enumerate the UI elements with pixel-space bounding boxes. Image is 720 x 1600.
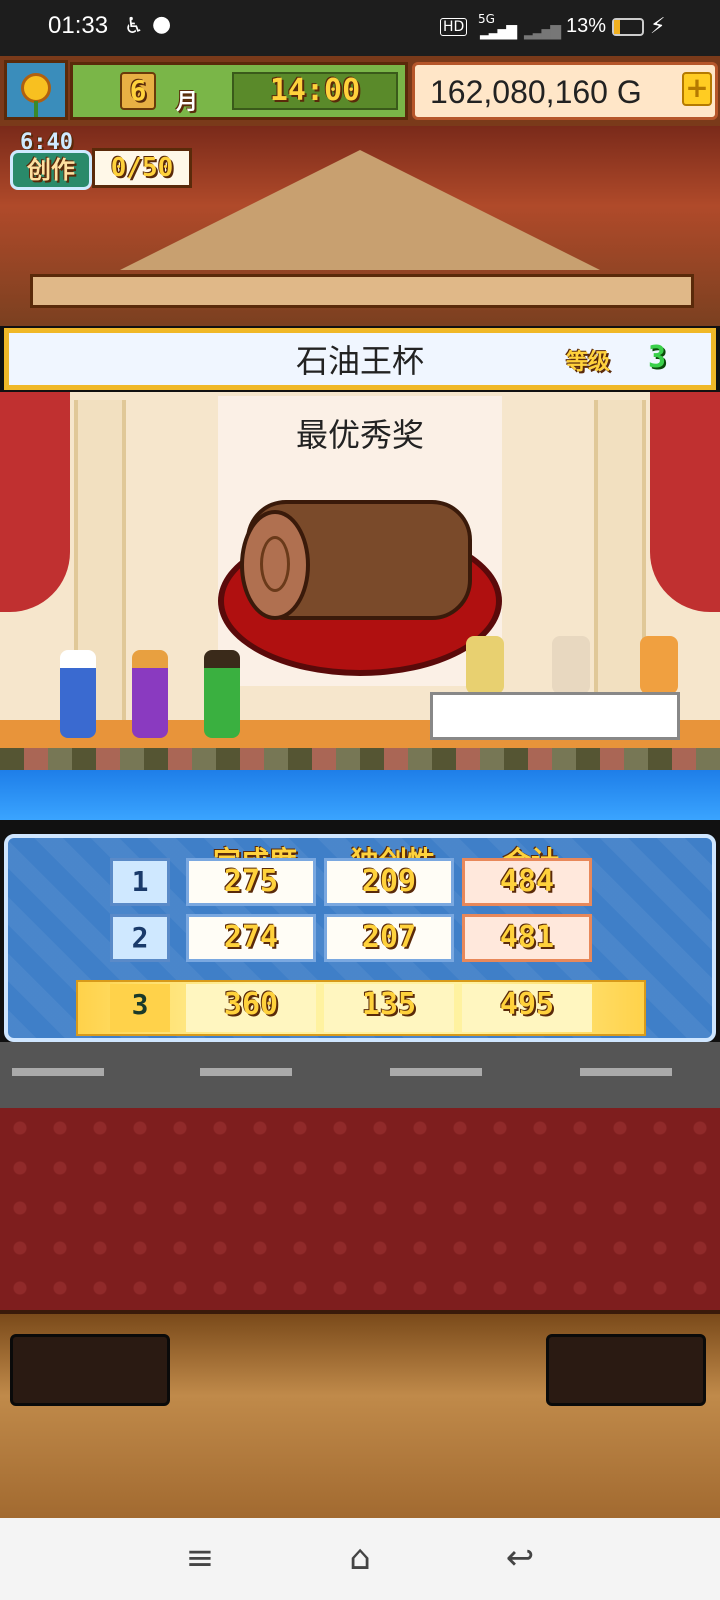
money-value: 162,080,160 G (430, 74, 642, 110)
add-money-button[interactable]: + (682, 72, 712, 106)
signal-weak-icon: ▂▃▅▇ (524, 24, 561, 40)
score-originality: 209 (324, 858, 454, 906)
score-total: 495 (462, 984, 592, 1032)
create-button[interactable]: 创作 (10, 150, 92, 190)
battery-percent: 13% (566, 15, 607, 37)
message-icon: ● (152, 12, 172, 37)
month-number: 6 (120, 72, 156, 110)
score-completion: 274 (186, 914, 316, 962)
judge-character (552, 636, 590, 694)
sky-band (0, 770, 720, 820)
battery-icon (612, 18, 644, 36)
chef-character[interactable] (132, 650, 168, 738)
chef-character[interactable] (204, 650, 240, 738)
score-originality: 207 (324, 914, 454, 962)
status-bar: 01:33 ♿ ● HD 5G ▂▃▅▇ ▂▃▅▇ 13% ⚡ (0, 0, 720, 56)
speaker-right (546, 1334, 706, 1406)
road-dash (580, 1068, 672, 1076)
pillar-right (594, 400, 646, 720)
month-label: 月 (176, 90, 199, 115)
curtain-right (650, 392, 720, 612)
sunflower-season-icon[interactable] (4, 60, 68, 120)
rank-label: 等级 (566, 350, 611, 375)
score-total: 481 (462, 914, 592, 962)
stage-beam (30, 274, 694, 308)
accessibility-icon: ♿ (124, 14, 144, 39)
rank-value: 3 (648, 340, 667, 375)
score-completion: 360 (186, 984, 316, 1032)
road-dash (200, 1068, 292, 1076)
menu-icon[interactable]: ≡ (180, 1538, 220, 1578)
contest-title: 石油王杯 (295, 342, 424, 380)
roll-cake-end-image (240, 510, 310, 620)
create-count: 0/50 (92, 148, 192, 188)
score-originality: 135 (324, 984, 454, 1032)
row-rank: 1 (110, 858, 170, 906)
score-completion: 275 (186, 858, 316, 906)
judge-table (430, 692, 680, 740)
hd-icon: HD (440, 18, 468, 36)
row-rank: 2 (110, 914, 170, 962)
charging-icon: ⚡ (650, 14, 666, 39)
back-icon[interactable]: ↩ (500, 1538, 540, 1578)
row-rank: 3 (110, 984, 170, 1032)
signal-icon: ▂▃▅▇ (480, 24, 517, 40)
score-total: 484 (462, 858, 592, 906)
judge-character (466, 636, 504, 694)
home-icon[interactable]: ⌂ (340, 1538, 380, 1578)
judge-cat-character (640, 636, 678, 694)
speaker-left (10, 1334, 170, 1406)
road-dash (390, 1068, 482, 1076)
curtain-left (0, 392, 70, 612)
game-clock: 14:00 (232, 72, 398, 110)
road-dash (12, 1068, 104, 1076)
award-title: 最优秀奖 (295, 416, 424, 454)
red-carpet-floor (0, 1108, 720, 1310)
status-time: 01:33 (48, 12, 109, 39)
audience-row (0, 748, 720, 770)
chef-character[interactable] (60, 650, 96, 738)
